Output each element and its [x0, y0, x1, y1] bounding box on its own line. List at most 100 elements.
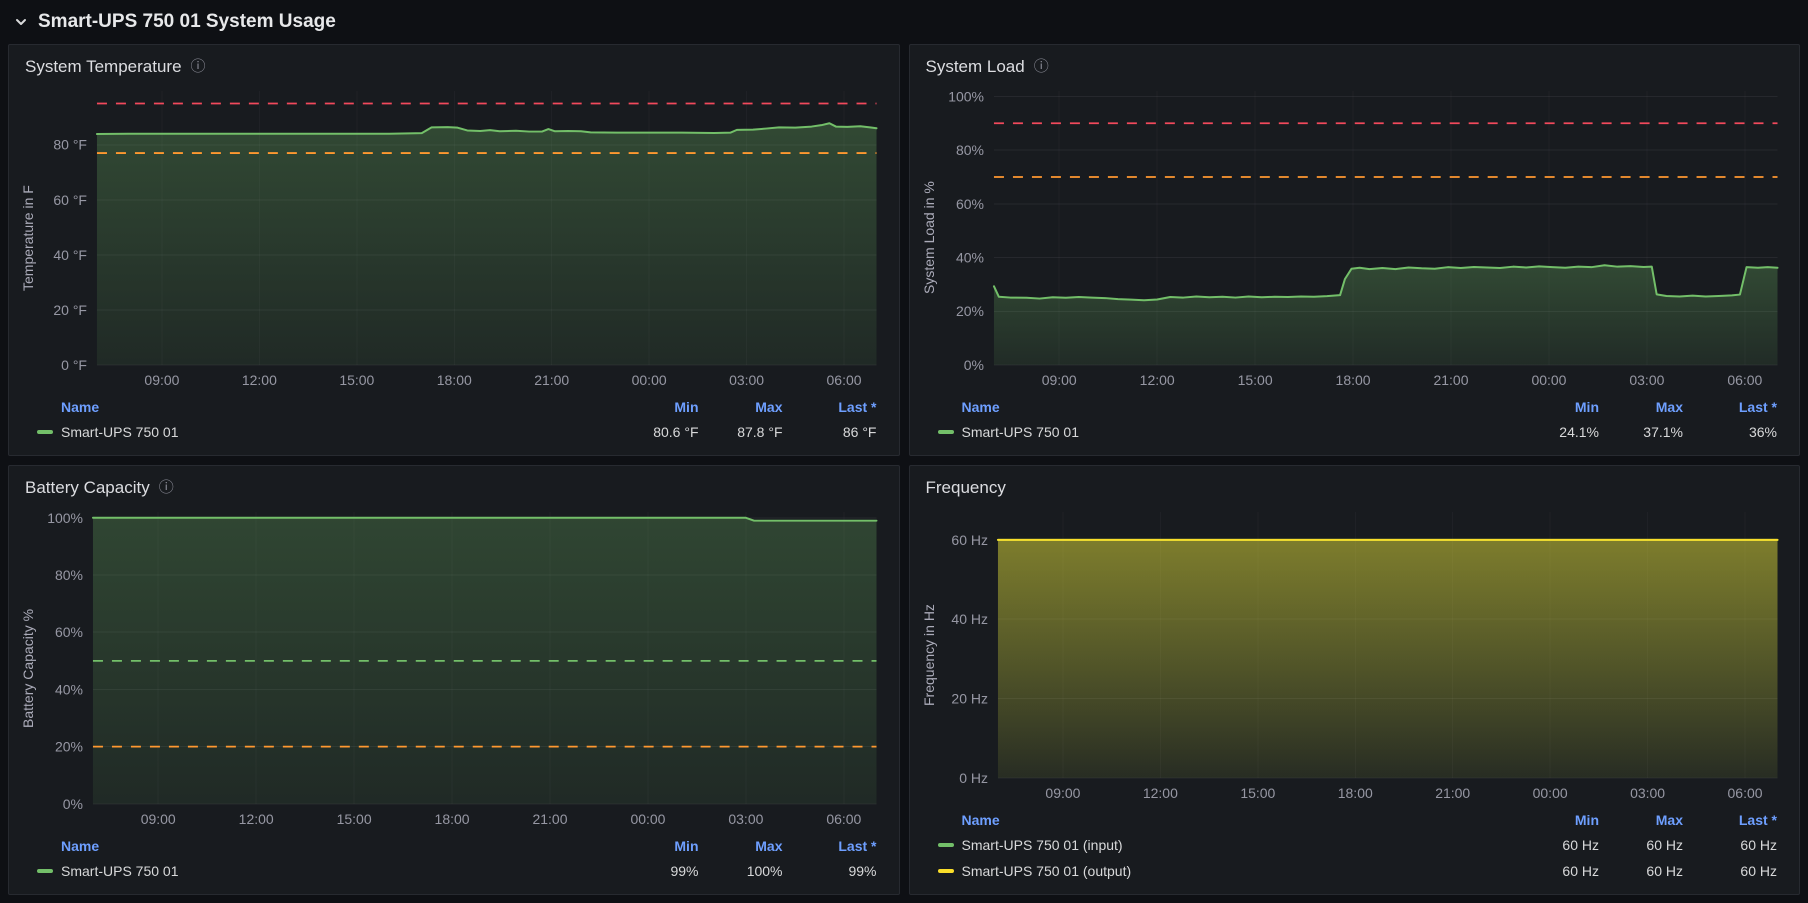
- legend-header-row: Name Min Max Last *: [938, 808, 1778, 832]
- svg-text:06:00: 06:00: [1727, 785, 1762, 801]
- panel-title[interactable]: System Load: [926, 57, 1025, 77]
- panel-header: System Load ⓘ: [910, 45, 1800, 81]
- legend-row: Smart-UPS 750 01 (input) 60 Hz 60 Hz 60 …: [937, 832, 1777, 858]
- y-axis-label: Temperature in F: [20, 185, 36, 291]
- legend-header-row: Name Min Max Last *: [37, 395, 877, 419]
- series-min-value: 24.1%: [1559, 424, 1599, 440]
- panel-header: Battery Capacity ⓘ: [9, 466, 899, 502]
- svg-text:20%: 20%: [55, 739, 83, 755]
- legend-header-min[interactable]: Min: [607, 399, 698, 415]
- svg-text:06:00: 06:00: [826, 811, 861, 827]
- svg-text:0 °F: 0 °F: [61, 357, 87, 373]
- series-toggle[interactable]: Smart-UPS 750 01 (output): [937, 863, 1508, 879]
- legend-header-row: Name Min Max Last *: [37, 834, 877, 858]
- legend-header-name[interactable]: Name: [938, 812, 1508, 828]
- info-icon[interactable]: ⓘ: [1034, 59, 1049, 74]
- svg-text:21:00: 21:00: [1433, 372, 1468, 388]
- svg-text:09:00: 09:00: [1045, 785, 1080, 801]
- system-load-chart[interactable]: 0% 20% 40% 60% 80% 100% 09:00 12:00 15:00 18:00 21…: [940, 83, 1788, 393]
- info-icon[interactable]: ⓘ: [191, 59, 206, 74]
- series-last-value: 99%: [848, 863, 877, 879]
- panel-title[interactable]: Frequency: [926, 478, 1006, 498]
- svg-text:21:00: 21:00: [1435, 785, 1470, 801]
- legend: Name Min Max Last * Smart-UPS 750 01 99%…: [9, 832, 899, 894]
- dashboard-row-header[interactable]: Smart-UPS 750 01 System Usage: [0, 0, 1808, 44]
- panel-system-load: System Load ⓘ System Load in % 0% 20% 40% 6…: [908, 44, 1800, 456]
- y-axis-label: Frequency in Hz: [920, 604, 937, 706]
- series-max-value: 100%: [746, 863, 783, 879]
- series-toggle[interactable]: Smart-UPS 750 01: [937, 424, 1508, 440]
- series-color-swatch[interactable]: [937, 869, 954, 873]
- legend-header-max[interactable]: Max: [699, 838, 782, 854]
- svg-text:60%: 60%: [955, 196, 983, 212]
- series-toggle[interactable]: Smart-UPS 750 01: [37, 424, 607, 440]
- svg-text:18:00: 18:00: [435, 811, 470, 827]
- svg-text:00:00: 00:00: [632, 372, 667, 388]
- legend-header-name[interactable]: Name: [938, 399, 1508, 415]
- legend-header-max[interactable]: Max: [1599, 399, 1683, 415]
- svg-text:80%: 80%: [955, 142, 983, 158]
- series-min-value: 60 Hz: [1562, 837, 1599, 853]
- series-name[interactable]: Smart-UPS 750 01: [962, 424, 1080, 440]
- svg-text:00:00: 00:00: [1532, 785, 1567, 801]
- svg-text:12:00: 12:00: [242, 372, 277, 388]
- series-last-value: 60 Hz: [1740, 863, 1777, 879]
- series-toggle[interactable]: Smart-UPS 750 01: [37, 863, 607, 879]
- series-toggle[interactable]: Smart-UPS 750 01 (input): [937, 837, 1508, 853]
- dashboard-row-title[interactable]: Smart-UPS 750 01 System Usage: [38, 11, 336, 33]
- legend-header-name[interactable]: Name: [37, 838, 607, 854]
- series-min-value: 99%: [670, 863, 699, 879]
- legend-header-max[interactable]: Max: [1599, 812, 1683, 828]
- legend: Name Min Max Last * Smart-UPS 750 01 80.…: [9, 393, 899, 455]
- series-color-swatch[interactable]: [937, 843, 954, 847]
- panel-title[interactable]: System Temperature: [25, 57, 182, 77]
- system-temperature-chart[interactable]: 0 °F 20 °F 40 °F 60 °F 80 °F 09:00 12:00 15:00 1…: [39, 83, 887, 393]
- y-axis-label: System Load in %: [920, 181, 937, 295]
- svg-text:06:00: 06:00: [827, 372, 862, 388]
- svg-text:18:00: 18:00: [1335, 372, 1370, 388]
- svg-text:03:00: 03:00: [728, 811, 763, 827]
- series-name[interactable]: Smart-UPS 750 01 (input): [962, 837, 1123, 853]
- legend-header-row: Name Min Max Last *: [938, 395, 1778, 419]
- panel-body: Frequency in Hz 0 Hz 20 Hz 40 Hz 60 Hz 09:00…: [910, 502, 1800, 806]
- series-max-value: 60 Hz: [1646, 837, 1683, 853]
- series-min-value: 80.6 °F: [653, 424, 699, 440]
- info-icon[interactable]: ⓘ: [159, 480, 174, 495]
- chevron-down-icon: [12, 13, 30, 31]
- legend-header-max[interactable]: Max: [699, 399, 782, 415]
- svg-text:20%: 20%: [955, 303, 983, 319]
- legend-header-name[interactable]: Name: [37, 399, 607, 415]
- series-last-value: 86 °F: [842, 424, 877, 440]
- panel-frequency: Frequency ⓘ Frequency in Hz 0 Hz 20 Hz 40 …: [908, 465, 1800, 895]
- frequency-chart[interactable]: 0 Hz 20 Hz 40 Hz 60 Hz 09:00 12:00 15:00 18:00 2…: [940, 504, 1788, 806]
- series-color-swatch[interactable]: [37, 869, 53, 873]
- series-name[interactable]: Smart-UPS 750 01: [61, 424, 179, 440]
- svg-text:100%: 100%: [47, 510, 83, 526]
- series-min-value: 60 Hz: [1562, 863, 1599, 879]
- legend-header-last[interactable]: Last *: [1683, 812, 1777, 828]
- series-name[interactable]: Smart-UPS 750 01: [61, 863, 179, 879]
- battery-capacity-chart[interactable]: 0% 20% 40% 60% 80% 100% 09:00 12:00 15:00 18:00 21…: [39, 504, 887, 832]
- svg-text:40%: 40%: [55, 681, 83, 697]
- svg-text:15:00: 15:00: [1240, 785, 1275, 801]
- legend-header-min[interactable]: Min: [1507, 399, 1599, 415]
- legend-header-min[interactable]: Min: [607, 838, 698, 854]
- svg-text:21:00: 21:00: [532, 811, 567, 827]
- panel-title[interactable]: Battery Capacity: [25, 478, 150, 498]
- series-max-value: 87.8 °F: [737, 424, 783, 440]
- legend-header-min[interactable]: Min: [1507, 812, 1599, 828]
- series-name[interactable]: Smart-UPS 750 01 (output): [962, 863, 1132, 879]
- series-color-swatch[interactable]: [37, 430, 53, 434]
- legend-header-last[interactable]: Last *: [1683, 399, 1777, 415]
- legend-header-last[interactable]: Last *: [783, 399, 876, 415]
- svg-text:18:00: 18:00: [1337, 785, 1372, 801]
- series-color-swatch[interactable]: [937, 430, 954, 434]
- legend-row: Smart-UPS 750 01 (output) 60 Hz 60 Hz 60…: [937, 858, 1777, 884]
- chart-canvas: 0 °F 20 °F 40 °F 60 °F 80 °F 09:00 12:00 15:00 1…: [53, 91, 878, 388]
- svg-text:20 Hz: 20 Hz: [951, 691, 988, 707]
- legend-header-last[interactable]: Last *: [783, 838, 876, 854]
- svg-text:15:00: 15:00: [339, 372, 374, 388]
- y-axis-label: Battery Capacity %: [20, 608, 36, 728]
- svg-text:03:00: 03:00: [729, 372, 764, 388]
- svg-text:12:00: 12:00: [1139, 372, 1174, 388]
